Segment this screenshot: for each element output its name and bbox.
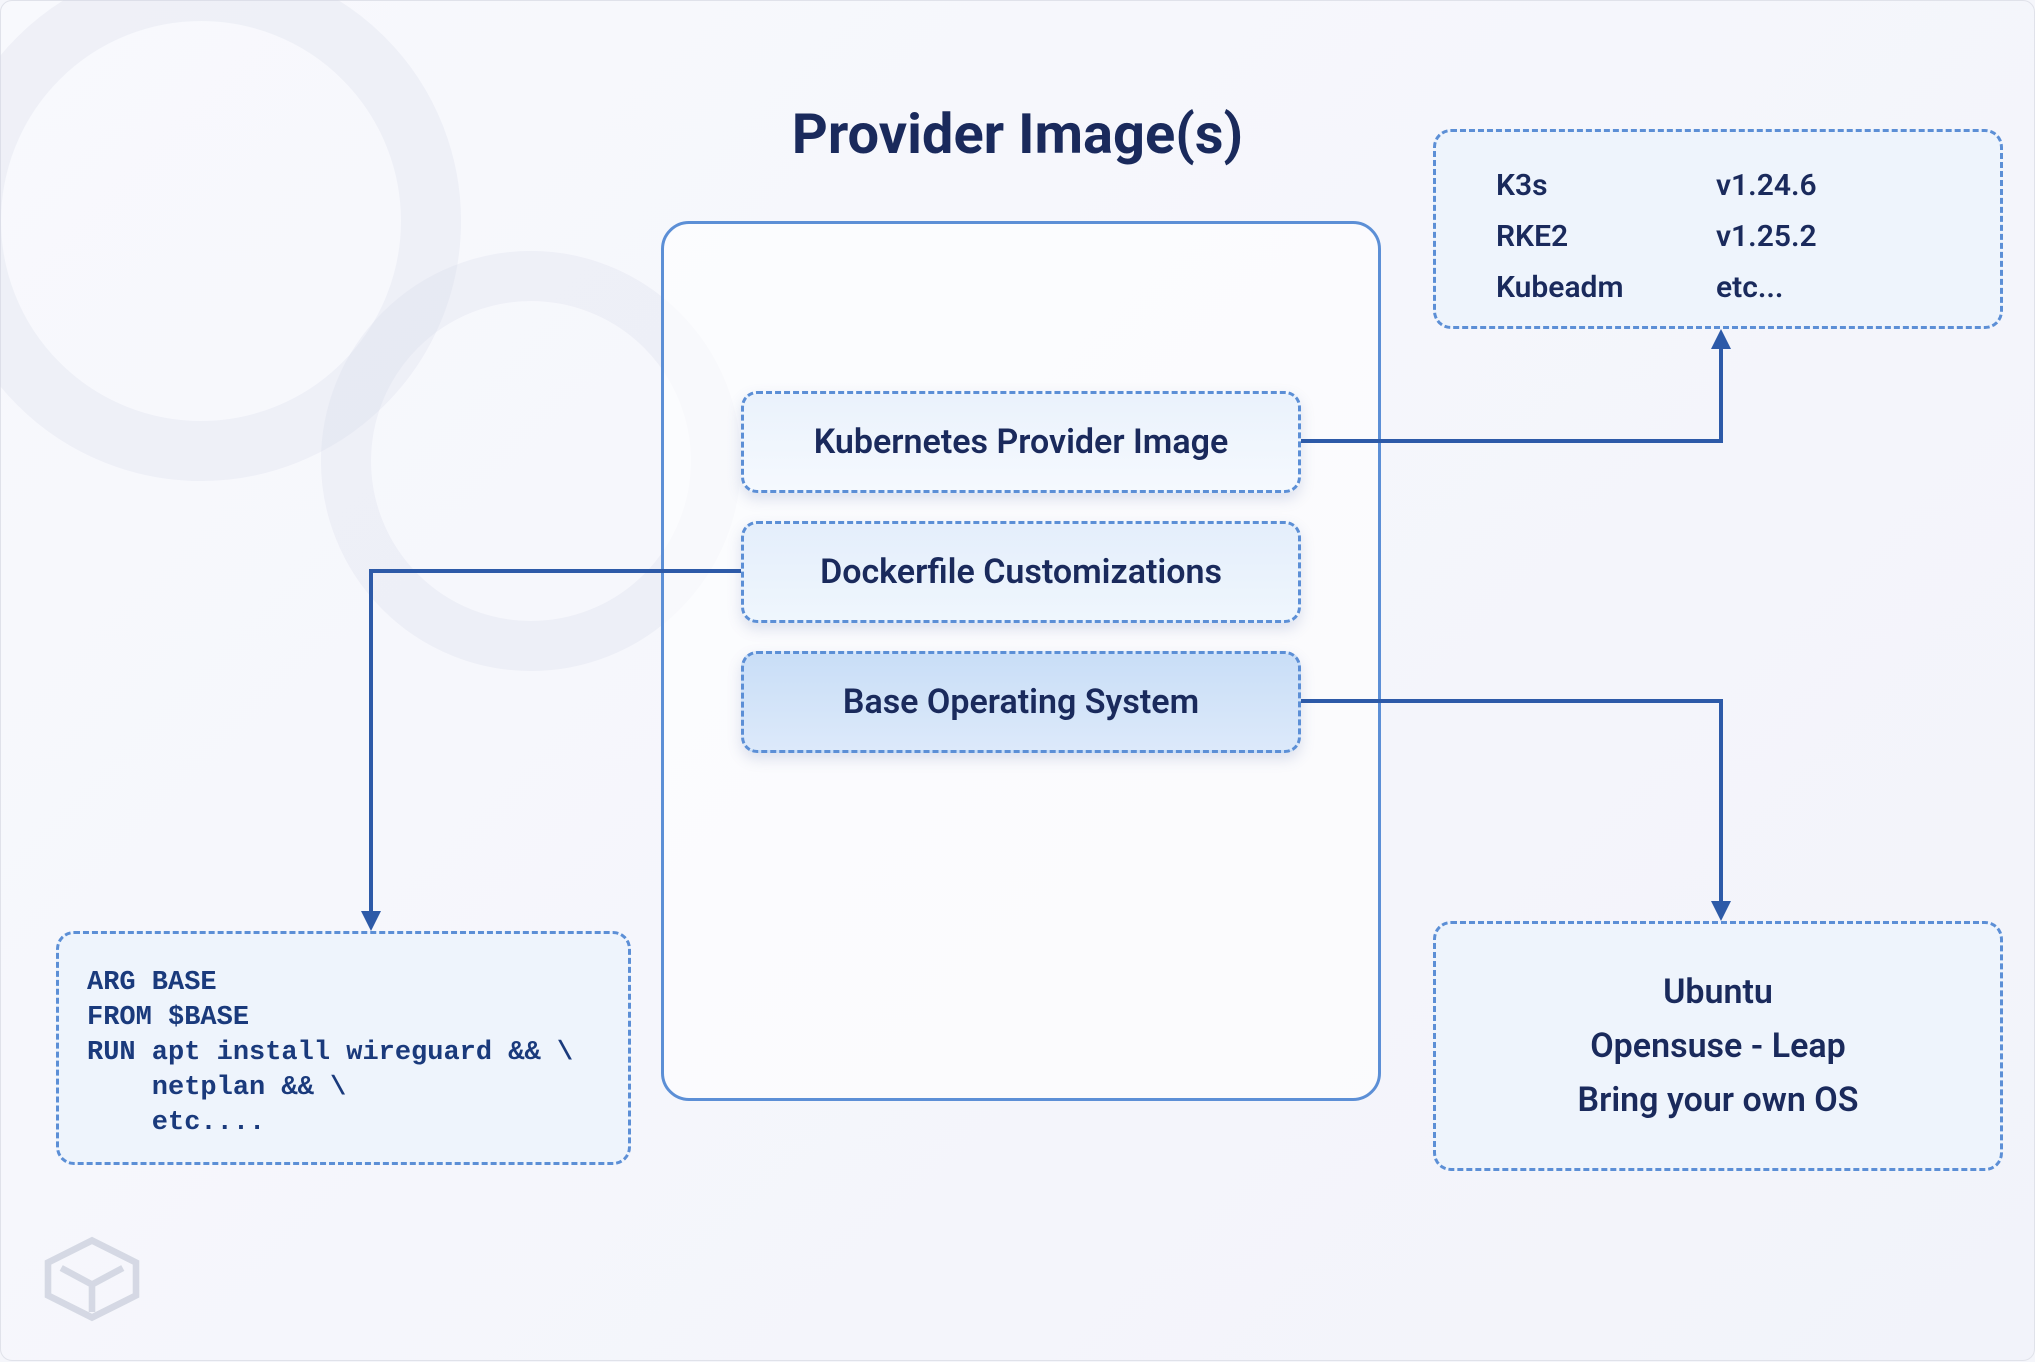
k8s-distro-version: v1.25.2 [1716, 211, 1817, 262]
brand-logo-icon [37, 1234, 147, 1324]
layer-label: Dockerfile Customizations [820, 552, 1222, 592]
arrowhead-icon [1711, 329, 1731, 349]
layer-kubernetes-provider-image: Kubernetes Provider Image [741, 391, 1301, 493]
k8s-distro-row: Kubeadm etc... [1496, 262, 1940, 313]
k8s-distros-box: K3s v1.24.6 RKE2 v1.25.2 Kubeadm etc... [1433, 129, 2003, 329]
layer-dockerfile-customizations: Dockerfile Customizations [741, 521, 1301, 623]
k8s-distro-row: K3s v1.24.6 [1496, 160, 1940, 211]
os-option: Bring your own OS [1578, 1080, 1859, 1120]
k8s-distro-version: v1.24.6 [1716, 160, 1817, 211]
k8s-distro-version: etc... [1716, 262, 1783, 313]
background-gear-1 [0, 0, 461, 481]
layer-label: Base Operating System [843, 682, 1199, 722]
os-options-box: Ubuntu Opensuse - Leap Bring your own OS [1433, 921, 2003, 1171]
layer-label: Kubernetes Provider Image [814, 422, 1229, 462]
dockerfile-code: ARG BASE FROM $BASE RUN apt install wire… [87, 968, 573, 1138]
arrowhead-icon [1711, 901, 1731, 921]
dockerfile-code-box: ARG BASE FROM $BASE RUN apt install wire… [56, 931, 631, 1165]
k8s-distro-name: Kubeadm [1496, 262, 1666, 313]
arrowhead-icon [361, 911, 381, 931]
diagram-canvas: Provider Image(s) Kubernetes Provider Im… [0, 0, 2035, 1361]
k8s-distro-name: K3s [1496, 160, 1666, 211]
os-option: Opensuse - Leap [1590, 1026, 1846, 1066]
os-option: Ubuntu [1663, 972, 1773, 1012]
layer-base-operating-system: Base Operating System [741, 651, 1301, 753]
k8s-distro-name: RKE2 [1496, 211, 1666, 262]
k8s-distro-row: RKE2 v1.25.2 [1496, 211, 1940, 262]
